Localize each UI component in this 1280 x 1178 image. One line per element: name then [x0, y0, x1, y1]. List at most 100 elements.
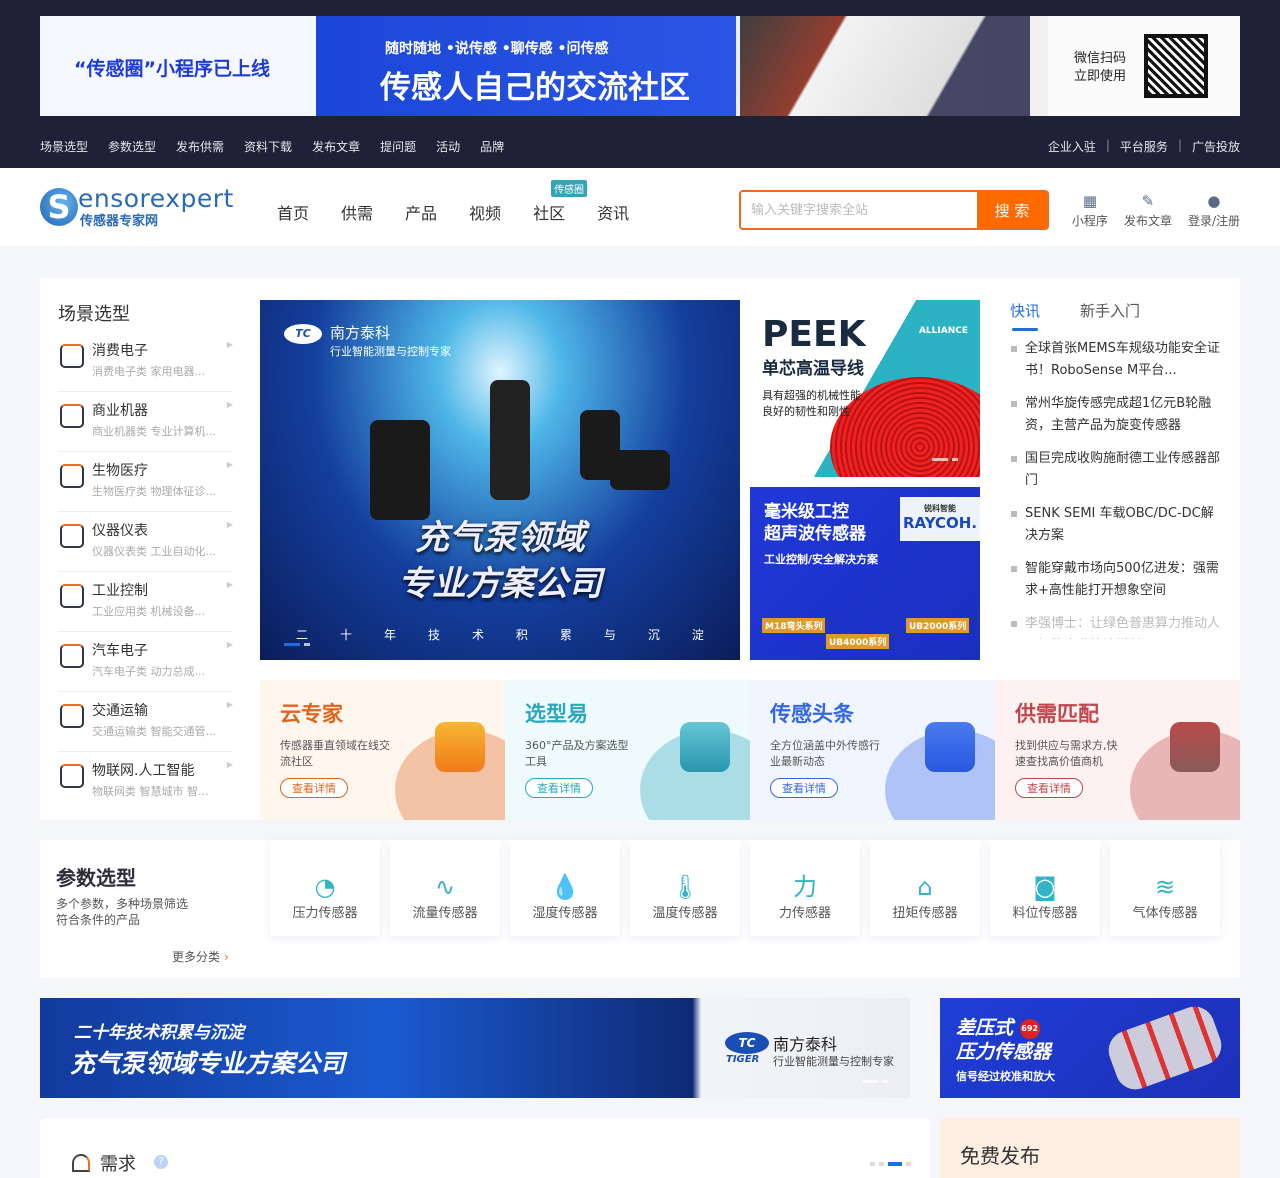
scenario-item-title: 工业控制 [92, 583, 148, 599]
scenario-item-title: 商业机器 [92, 403, 148, 419]
tagline-char: 累 [559, 628, 572, 642]
main-carousel[interactable]: TC 南方泰科 行业智能测量与控制专家 充气泵领域 专业方案公司 二 十 年 技 术 积 累 与 沉… [260, 300, 740, 660]
topnav-question[interactable]: 提问题 [380, 138, 416, 155]
tiger-pump-banner[interactable]: 二十年技术积累与沉淀 充气泵领域专业方案公司 TC TIGER 南方泰科 行业智… [40, 998, 910, 1098]
sensor-type-item[interactable]: 🌡 温度传感器 [630, 840, 740, 936]
topnav-brand[interactable]: 品牌 [480, 138, 504, 155]
pen-icon: ✎ [1141, 192, 1155, 210]
raycoh-ultrasonic-ad[interactable]: 毫米级工控 超声波传感器 工业控制/安全解决方案 锐科智能 RAYCOH. M18弯… [750, 487, 980, 660]
series-tag: UB2000系列 [906, 618, 970, 633]
tab-flash-news[interactable]: 快讯 [1010, 300, 1040, 338]
series-tag: M18弯头系列 [762, 618, 826, 633]
feature-card[interactable]: 选型易 360°产品及方案选型工具 查看详情 [505, 680, 750, 820]
mini-program-button[interactable]: ▦ 小程序 [1072, 192, 1108, 229]
topnav-scenario[interactable]: 场景选型 [40, 138, 88, 155]
demand-dots[interactable] [870, 1162, 911, 1166]
scenario-title: 场景选型 [58, 304, 130, 325]
nav-community[interactable]: 传感圈 社区 [533, 180, 588, 224]
demand-title: 需求 [100, 1154, 136, 1175]
topnav-article[interactable]: 发布文章 [312, 138, 360, 155]
news-item[interactable]: 常州华旋传感完成超1亿元B轮融资，主营产品为旋变传感器 [1010, 393, 1220, 437]
qr-caption-1: 微信扫码 [1074, 51, 1127, 66]
tab-beginner[interactable]: 新手入门 [1080, 300, 1140, 338]
topnav-param[interactable]: 参数选型 [108, 138, 156, 155]
raycoh-title-1: 毫米级工控 [764, 502, 849, 522]
view-details-button[interactable]: 查看详情 [770, 778, 838, 798]
nav-products[interactable]: 产品 [405, 200, 437, 224]
login-button[interactable]: ● 登录/注册 [1188, 192, 1240, 229]
search-input[interactable] [741, 192, 977, 228]
sensor-type-item[interactable]: ◔ 压力传感器 [270, 840, 380, 936]
qr-caption-2: 立即使用 [1074, 69, 1127, 84]
news-item[interactable]: SENK SEMI 车载OBC/DC-DC解决方案 [1010, 503, 1220, 547]
scenario-item[interactable]: 工业控制 工业应用类 机械设备... ▶ [58, 572, 233, 632]
scenario-item-sub: 汽车电子类 动力总成... [92, 665, 205, 678]
hand-pointer-icon [680, 722, 730, 772]
medical-kit-icon [60, 464, 84, 488]
carousel-headline: 充气泵领域 专业方案公司 [260, 515, 740, 607]
arrow-right-icon: ▶ [226, 340, 233, 349]
topnav-supply[interactable]: 发布供需 [176, 138, 224, 155]
scenario-item[interactable]: 商业机器 商业机器类 专业计算机... ▶ [58, 392, 233, 452]
ad-dots[interactable] [932, 458, 958, 461]
peek-wire-ad[interactable]: PEEK 单芯高温导线 具有超强的机械性能 良好的韧性和刚性 ALLIANCE [750, 300, 980, 477]
banner-right-sub: 信号经过校准和放大 [956, 1070, 1055, 1083]
iot-icon [60, 764, 84, 788]
view-details-button[interactable]: 查看详情 [1015, 778, 1083, 798]
title-line1: 差压式 [956, 1017, 1014, 1039]
scenario-item[interactable]: 汽车电子 汽车电子类 动力总成... ▶ [58, 632, 233, 692]
nav-supply[interactable]: 供需 [341, 200, 373, 224]
scenario-item[interactable]: 消费电子 消费电子类 家用电器... ▶ [58, 332, 233, 392]
banner-dots[interactable] [862, 1080, 888, 1083]
tiger-logo-text: TIGER [726, 1054, 760, 1065]
peek-desc-2: 良好的韧性和刚性 [762, 405, 850, 418]
sensor-type-item[interactable]: ∿ 流量传感器 [390, 840, 500, 936]
document-icon [925, 722, 975, 772]
sensor-type-item[interactable]: 💧 湿度传感器 [510, 840, 620, 936]
mini-program-banner[interactable]: “传感圈”小程序已上线 随时随地 •说传感 •聊传感 •问传感 传感人自己的交流… [40, 16, 1240, 116]
pressure-sensor-banner[interactable]: 差压式 692 压力传感器 信号经过校准和放大 [940, 998, 1240, 1098]
search-button[interactable]: 搜 索 [977, 192, 1047, 228]
topnav-enterprise[interactable]: 企业入驻 [1048, 138, 1096, 155]
nav-home[interactable]: 首页 [277, 200, 309, 224]
nav-news[interactable]: 资讯 [597, 200, 629, 224]
sensor-type-item[interactable]: ≋ 气体传感器 [1110, 840, 1220, 936]
peek-desc: 具有超强的机械性能 良好的韧性和刚性 [762, 388, 861, 420]
grid-icon [1170, 722, 1220, 772]
separator: | [1105, 138, 1110, 152]
topnav-platform[interactable]: 平台服务 [1120, 138, 1168, 155]
scenario-item[interactable]: 交通运输 交通运输类 智能交通管... ▶ [58, 692, 233, 752]
scenario-item[interactable]: 物联网.人工智能 物联网类 智慧城市 智... ▶ [58, 752, 233, 812]
news-item[interactable]: 智能穿戴市场向500亿进发：强需求+高性能打开想象空间 [1010, 558, 1220, 602]
more-categories-link[interactable]: 更多分类 › [172, 948, 229, 965]
topnav-activity[interactable]: 活动 [436, 138, 460, 155]
scenario-item-title: 汽车电子 [92, 643, 148, 659]
scenario-item[interactable]: 生物医疗 生物医疗类 物理体征诊... ▶ [58, 452, 233, 512]
news-item[interactable]: 国巨完成收购施耐德工业传感器部门 [1010, 448, 1220, 492]
banner-brand: 南方泰科 [773, 1035, 838, 1054]
sensor-type-label: 流量传感器 [412, 906, 478, 921]
view-details-button[interactable]: 查看详情 [525, 778, 593, 798]
scenario-item[interactable]: 仪器仪表 仪器仪表类 工业自动化... ▶ [58, 512, 233, 572]
carousel-dots[interactable] [284, 643, 310, 646]
view-details-button[interactable]: 查看详情 [280, 778, 348, 798]
scenario-item-sub: 工业应用类 机械设备... [92, 605, 205, 618]
publish-label: 发布文章 [1123, 214, 1172, 228]
news-item[interactable]: 李强博士：让绿色普惠算力推动人工智能产业快速增长 [1010, 613, 1220, 639]
gauge-icon [60, 524, 84, 548]
tv-icon [60, 344, 84, 368]
publish-article-button[interactable]: ✎ 发布文章 [1124, 192, 1172, 229]
sensor-type-item[interactable]: ⌂ 扭矩传感器 [870, 840, 980, 936]
sensor-type-item[interactable]: 力力传感器 [750, 840, 860, 936]
topnav-download[interactable]: 资料下载 [244, 138, 292, 155]
peek-subtitle: 单芯高温导线 [762, 359, 864, 379]
feature-card[interactable]: 传感头条 全方位涵盖中外传感行业最新动态 查看详情 [750, 680, 995, 820]
nav-video[interactable]: 视频 [469, 200, 501, 224]
feature-card[interactable]: 云专家 传感器垂直领域在线交流社区 查看详情 [260, 680, 505, 820]
series-tag: UB4000系列 [826, 634, 890, 649]
feature-card[interactable]: 供需匹配 找到供应与需求方,快速查找高价值商机 查看详情 [995, 680, 1240, 820]
sensor-type-item[interactable]: ◙ 料位传感器 [990, 840, 1100, 936]
droplet-icon: 💧 [550, 873, 580, 901]
news-item[interactable]: 全球首张MEMS车规级功能安全证书！RoboSense M平台... [1010, 338, 1220, 382]
topnav-ads[interactable]: 广告投放 [1192, 138, 1240, 155]
